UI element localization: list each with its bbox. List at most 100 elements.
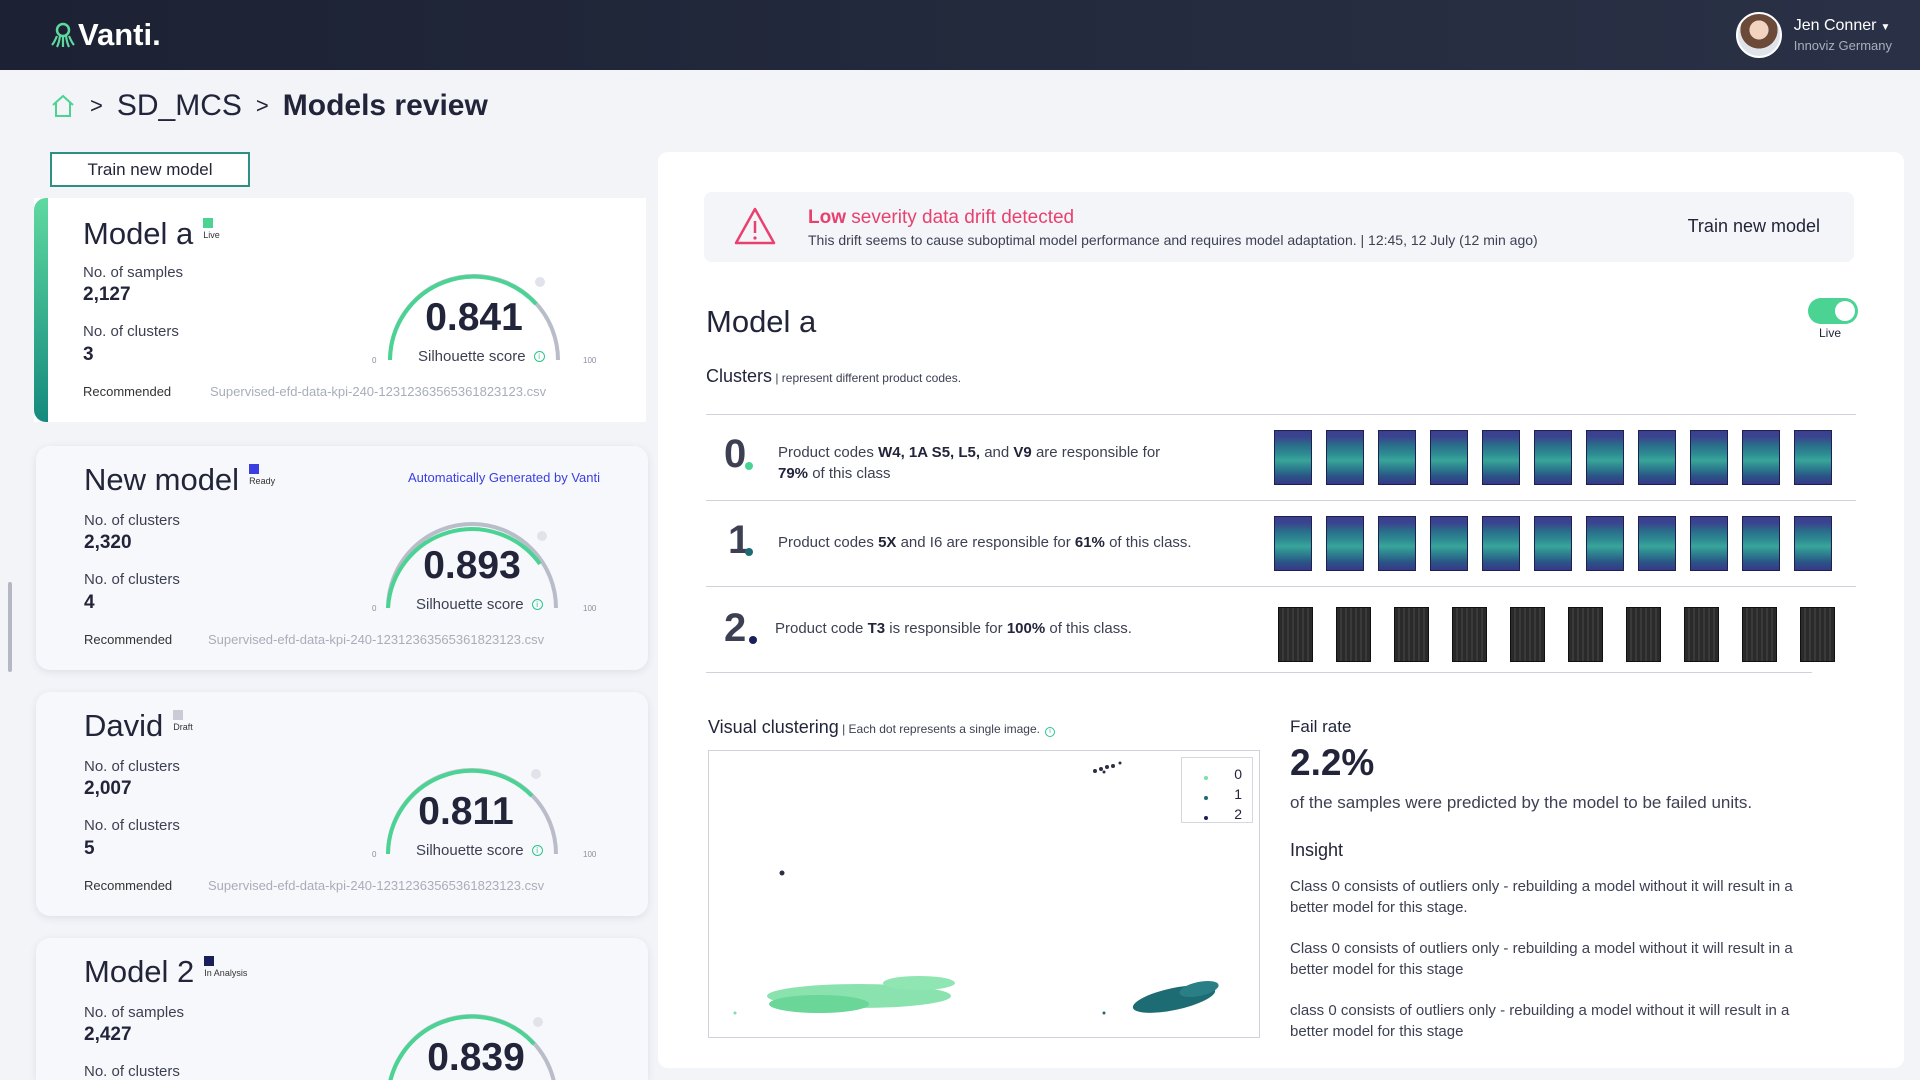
avatar[interactable] [1735,12,1782,58]
cluster-number: 0 [724,432,747,476]
samples-label: No. of samples [83,264,184,281]
sample-image-thumbnail[interactable] [1482,430,1520,485]
model-card-model-a[interactable]: Model a Live No. of samples 2,127 No. of… [34,198,646,422]
clusters-heading: Clusters | represent different product c… [706,366,962,386]
sample-image-thumbnail[interactable] [1794,430,1832,485]
silhouette-score-value: 0.893 [423,544,521,587]
scatter-legend: 0 1 2 [1181,757,1253,823]
model-card-model-2[interactable]: Model 2 In Analysis No. of samples 2,427… [36,938,648,1080]
caret-down-icon[interactable]: ▼ [1880,22,1890,33]
user-org: Innoviz Germany [1793,38,1892,53]
sample-image-thumbnail[interactable] [1534,516,1572,571]
live-toggle[interactable] [1808,298,1858,324]
cluster-color-dot [745,462,753,470]
model-card-new-model[interactable]: New model Ready Automatically Generated … [36,446,648,670]
left-scrollbar[interactable] [8,582,12,672]
model-name: David [84,708,164,743]
scatter-canvas [733,761,1219,1015]
active-accent-bar [34,198,48,422]
train-new-model-button[interactable]: Train new model [50,152,250,187]
insight-text: class 0 consists of outliers only - rebu… [1290,1002,1790,1040]
gauge-min-label: 0 [372,356,377,365]
dataset-filename[interactable]: Supervised-efd-data-kpi-240-123123635653… [208,878,544,893]
sample-image-thumbnail[interactable] [1742,516,1780,571]
clusters-label: No. of clusters [84,758,180,775]
clusters-label: No. of clusters [84,817,180,834]
legend-swatch [1204,816,1208,820]
divider [706,500,1856,501]
detail-model-title: Model a [706,304,817,339]
samples-value: 2,127 [83,284,131,305]
sample-image-thumbnail[interactable] [1684,607,1719,662]
sample-image-thumbnail[interactable] [1690,516,1728,571]
sample-image-thumbnail[interactable] [1638,516,1676,571]
user-menu[interactable]: Jen Conner ▼ Innoviz Germany [1735,12,1892,58]
info-icon[interactable]: i [533,351,545,362]
status-square-icon [203,218,214,228]
dataset-filename[interactable]: Supervised-efd-data-kpi-240-123123635653… [208,632,544,647]
insight-heading: Insight [1290,840,1344,860]
clusters-label: No. of clusters [84,512,180,529]
legend-swatch [1204,796,1208,800]
sample-image-thumbnail[interactable] [1482,516,1520,571]
cluster-color-dot [749,636,757,644]
sample-image-thumbnail[interactable] [1638,430,1676,485]
sample-image-thumbnail[interactable] [1378,516,1416,571]
sample-image-thumbnail[interactable] [1430,516,1468,571]
sample-image-thumbnail[interactable] [1452,607,1487,662]
home-icon[interactable] [50,93,76,119]
clusters-label: No. of clusters [84,1063,180,1080]
sample-image-thumbnail[interactable] [1534,430,1572,485]
gauge-max-label: 100 [583,356,597,365]
gauge-max-label: 100 [583,850,597,859]
vanti-logo[interactable]: Vanti. [50,17,161,53]
breadcrumb-project[interactable]: SD_MCS [117,89,242,123]
fail-rate-description: of the samples were predicted by the mod… [1290,793,1753,812]
sample-image-thumbnail[interactable] [1742,607,1777,662]
dataset-filename[interactable]: Supervised-efd-data-kpi-240-123123635653… [210,384,546,399]
sample-image-thumbnail[interactable] [1626,607,1661,662]
info-icon[interactable]: i [1045,726,1055,737]
clusters-value: 4 [84,592,95,613]
sample-image-thumbnail[interactable] [1586,430,1624,485]
sample-image-thumbnail[interactable] [1586,516,1624,571]
clusters-label: No. of clusters [84,571,180,588]
cluster-scatter-plot[interactable]: 0 1 2 [708,750,1260,1038]
sample-image-thumbnail[interactable] [1336,607,1371,662]
cluster-description: Product codes 5X and I6 are responsible … [778,534,1192,551]
sample-image-thumbnail[interactable] [1326,430,1364,485]
sample-image-thumbnail[interactable] [1430,430,1468,485]
alert-severity: Low [808,207,846,228]
fail-rate-label: Fail rate [1290,717,1352,736]
silhouette-score-label: Silhouette score [418,348,526,365]
user-name[interactable]: Jen Conner [1794,17,1877,34]
sample-image-thumbnail[interactable] [1800,607,1835,662]
sample-image-thumbnail[interactable] [1510,607,1545,662]
model-card-david[interactable]: David Draft No. of clusters 2,007 No. of… [36,692,648,916]
sample-image-thumbnail[interactable] [1690,430,1728,485]
sample-image-thumbnail[interactable] [1278,607,1313,662]
sample-image-thumbnail[interactable] [1394,607,1429,662]
sample-image-thumbnail[interactable] [1568,607,1603,662]
legend-swatch [1204,776,1208,780]
silhouette-score-value: 0.841 [425,296,523,339]
model-detail-panel: Low severity data drift detected This dr… [658,152,1904,1068]
info-icon[interactable]: i [531,845,543,856]
sample-image-thumbnail[interactable] [1274,430,1312,485]
chevron-right-icon: > [255,93,269,118]
status-square-icon [249,464,260,474]
sample-image-thumbnail[interactable] [1326,516,1364,571]
divider [706,672,1812,673]
sample-image-thumbnail[interactable] [1274,516,1312,571]
sample-image-thumbnail[interactable] [1742,430,1780,485]
logo-text: Vanti. [78,17,161,52]
alert-train-new-model-button[interactable]: Train new model [1688,216,1820,237]
clusters-value: 2,320 [84,532,132,553]
legend-label: 2 [1234,806,1242,822]
sample-image-thumbnail[interactable] [1794,516,1832,571]
model-name: New model [84,462,240,497]
chevron-right-icon: > [90,93,103,118]
info-icon[interactable]: i [531,599,543,610]
legend-label: 0 [1234,766,1242,782]
sample-image-thumbnail[interactable] [1378,430,1416,485]
